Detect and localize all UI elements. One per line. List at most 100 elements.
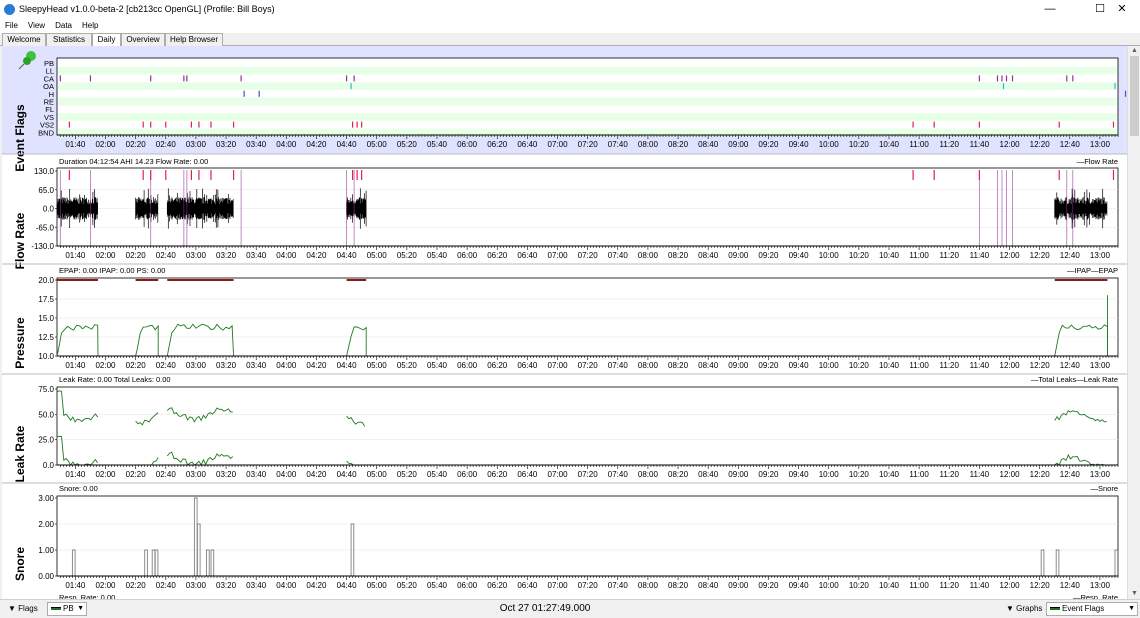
flow-rate-x-tick-label: 06:00 bbox=[457, 251, 478, 260]
pressure-x-tick-label: 03:00 bbox=[186, 361, 207, 370]
snore-x-tick-label: 06:40 bbox=[517, 581, 538, 590]
flow-rate-x-tick-label: 10:40 bbox=[879, 251, 900, 260]
snore-x-tick-label: 10:40 bbox=[879, 581, 900, 590]
leak-rate-x-tick-label: 06:40 bbox=[517, 470, 538, 479]
pressure-x-tick-label: 09:20 bbox=[758, 361, 779, 370]
flow-rate-x-tick-label: 07:00 bbox=[548, 251, 569, 260]
flow-rate-x-tick-label: 07:40 bbox=[608, 251, 629, 260]
graphs-toggle-button[interactable]: ▼ Graphs bbox=[1006, 602, 1042, 616]
event-flags-x-tick-label: 05:00 bbox=[367, 140, 388, 149]
leak-rate-header: Leak Rate: 0.00 Total Leaks: 0.00 bbox=[59, 375, 171, 384]
flow-rate-x-tick-label: 11:20 bbox=[940, 251, 960, 260]
event-flags-x-tick-label: 06:00 bbox=[457, 140, 478, 149]
snore-x-tick-label: 12:40 bbox=[1060, 581, 1081, 590]
flow-rate-x-tick-label: 03:20 bbox=[216, 251, 237, 260]
snore-x-tick-label: 03:40 bbox=[246, 581, 267, 590]
event-flags-row-band bbox=[58, 113, 1117, 121]
menu-view[interactable]: View bbox=[23, 19, 50, 33]
flow-rate-x-tick-label: 03:00 bbox=[186, 251, 207, 260]
pressure-x-tick-label: 04:20 bbox=[306, 361, 327, 370]
leak-rate-x-tick-label: 06:20 bbox=[487, 470, 508, 479]
leak-rate-x-tick-label: 09:40 bbox=[789, 470, 810, 479]
snore-x-tick-label: 09:00 bbox=[728, 581, 749, 590]
snore-x-tick-label: 08:20 bbox=[668, 581, 689, 590]
flags-combo[interactable]: PB ▼ bbox=[47, 602, 87, 616]
snore-x-tick-label: 06:20 bbox=[487, 581, 508, 590]
minimize-button[interactable]: — bbox=[1032, 0, 1068, 19]
event-flags-x-tick-label: 07:00 bbox=[548, 140, 569, 149]
pressure-plot-area bbox=[56, 277, 1119, 357]
close-button[interactable]: ✕ bbox=[1104, 0, 1140, 19]
snore-x-tick-label: 07:00 bbox=[548, 581, 569, 590]
pressure-x-tick-label: 09:00 bbox=[728, 361, 749, 370]
tab-overview[interactable]: Overview bbox=[121, 33, 165, 46]
pressure-x-tick-label: 08:40 bbox=[698, 361, 719, 370]
menu-help[interactable]: Help bbox=[77, 19, 103, 33]
scroll-down-arrow-icon[interactable]: ▼ bbox=[1130, 590, 1139, 598]
pressure-y-tick-label: 15.0 bbox=[38, 314, 54, 323]
leak-rate-x-tick-label: 02:20 bbox=[126, 470, 147, 479]
graph-scrollbar[interactable]: ▲ ▼ bbox=[1127, 46, 1140, 599]
pressure-x-tick-label: 06:00 bbox=[457, 361, 478, 370]
pressure-x-tick-label: 04:40 bbox=[337, 361, 358, 370]
flow-rate-x-tick-label: 05:20 bbox=[397, 251, 418, 260]
leak-rate-x-tick-label: 07:20 bbox=[578, 470, 599, 479]
event-flags-x-tick-label: 11:00 bbox=[909, 140, 929, 149]
leak-rate-x-tick-label: 10:00 bbox=[819, 470, 840, 479]
leak-rate-x-tick-label: 12:40 bbox=[1060, 470, 1081, 479]
leak-rate-x-tick-label: 08:20 bbox=[668, 470, 689, 479]
graphs-combo[interactable]: Event Flags ▼ bbox=[1046, 602, 1138, 616]
leak-rate-x-tick-label: 12:00 bbox=[1000, 470, 1021, 479]
leak-rate-x-tick-label: 11:40 bbox=[970, 470, 990, 479]
snore-x-tick-label: 04:40 bbox=[337, 581, 358, 590]
leak-rate-x-tick-label: 03:40 bbox=[246, 470, 267, 479]
event-flags-x-tick-label: 02:40 bbox=[156, 140, 177, 149]
leak-rate-title: Leak Rate bbox=[13, 425, 27, 482]
snore-x-tick-label: 10:20 bbox=[849, 581, 870, 590]
snore-x-tick-label: 08:00 bbox=[638, 581, 659, 590]
graphs-canvas[interactable]: PBLLCAOAHREFLVSVS2BNDEvent Flags 01:40 02:… bbox=[2, 46, 1127, 599]
pressure-x-tick-label: 09:40 bbox=[789, 361, 810, 370]
flow-rate-x-tick-label: 04:20 bbox=[306, 251, 327, 260]
tab-daily[interactable]: Daily bbox=[92, 33, 121, 47]
menu-file[interactable]: File bbox=[0, 19, 23, 33]
event-flags-x-tick-label: 12:00 bbox=[1000, 140, 1021, 149]
leak-rate-x-tick-label: 03:20 bbox=[216, 470, 237, 479]
bottom-bar: ▼ Flags PB ▼ Oct 27 01:27:49.000 ▼ Graphs… bbox=[0, 599, 1140, 618]
color-swatch bbox=[51, 607, 61, 611]
chevron-down-icon: ▼ bbox=[1128, 605, 1135, 612]
flow-rate-x-tick-label: 11:40 bbox=[970, 251, 990, 260]
pressure-x-tick-label: 12:20 bbox=[1030, 361, 1051, 370]
event-flags-title: Event Flags bbox=[13, 104, 27, 172]
event-flags-x-tick-label: 10:20 bbox=[849, 140, 870, 149]
snore-header: Snore: 0.00 bbox=[59, 484, 98, 493]
scroll-up-arrow-icon[interactable]: ▲ bbox=[1130, 47, 1139, 55]
pressure-x-tick-label: 05:40 bbox=[427, 361, 448, 370]
snore-x-tick-label: 05:20 bbox=[397, 581, 418, 590]
pressure-x-tick-label: 02:00 bbox=[95, 361, 116, 370]
event-flags-x-tick-label: 09:20 bbox=[758, 140, 779, 149]
scroll-thumb[interactable] bbox=[1130, 56, 1139, 136]
leak-rate-x-tick-label: 05:20 bbox=[397, 470, 418, 479]
tab-help-browser[interactable]: Help Browser bbox=[165, 33, 223, 46]
event-flags-x-tick-label: 05:40 bbox=[427, 140, 448, 149]
flags-toggle-button[interactable]: ▼ Flags bbox=[8, 602, 38, 616]
pressure-x-tick-label: 01:40 bbox=[65, 361, 86, 370]
pressure-x-tick-label: 02:40 bbox=[156, 361, 177, 370]
flow-rate-y-tick-label: 130.0 bbox=[34, 167, 55, 176]
flow-rate-legend: —Flow Rate bbox=[1077, 157, 1118, 166]
tab-statistics[interactable]: Statistics bbox=[46, 33, 92, 46]
chevron-down-icon: ▼ bbox=[8, 604, 16, 613]
leak-rate-x-tick-label: 07:40 bbox=[608, 470, 629, 479]
daily-graph-area[interactable]: PB LL CA OA H RE FL VS VS2 BND Event Flags 01:40 02:… bbox=[2, 46, 1127, 599]
pressure-x-tick-label: 13:00 bbox=[1090, 361, 1111, 370]
snore-plot-area bbox=[56, 495, 1119, 577]
menu-data[interactable]: Data bbox=[50, 19, 77, 33]
tab-welcome[interactable]: Welcome bbox=[2, 33, 46, 46]
snore-x-tick-label: 05:40 bbox=[427, 581, 448, 590]
pressure-x-tick-label: 06:40 bbox=[517, 361, 538, 370]
event-flags-x-tick-label: 11:20 bbox=[940, 140, 960, 149]
leak-rate-x-tick-label: 04:40 bbox=[337, 470, 358, 479]
leak-rate-x-tick-label: 05:40 bbox=[427, 470, 448, 479]
pressure-x-tick-label: 08:20 bbox=[668, 361, 689, 370]
